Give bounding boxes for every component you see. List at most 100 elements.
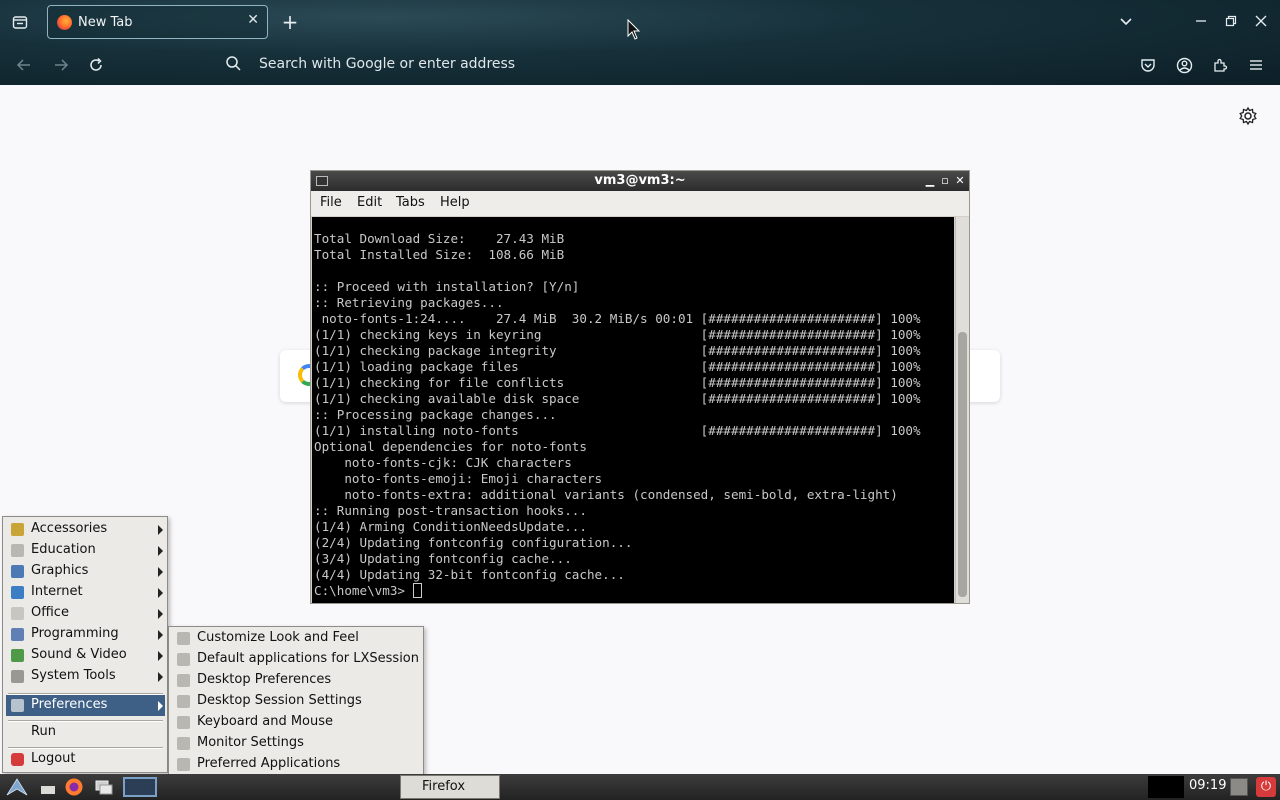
taskbar-item-label: Firefox — [422, 779, 466, 794]
menu-item-label: Accessories — [31, 521, 108, 536]
firefox-launcher-icon[interactable] — [62, 777, 86, 797]
maximize-icon[interactable] — [1221, 10, 1241, 32]
menu-item-label: Desktop Preferences — [197, 672, 332, 687]
chevron-down-icon[interactable] — [1116, 12, 1136, 32]
browser-toolbar: New Tab ✕ + Search with Google or enter … — [0, 0, 1280, 85]
gear-icon[interactable] — [1238, 106, 1258, 126]
pocket-icon[interactable] — [1138, 55, 1158, 75]
submenu-arrow-icon — [158, 630, 163, 640]
desktop-pager[interactable] — [123, 777, 157, 797]
menu-item-graphics[interactable]: Graphics — [6, 561, 165, 582]
url-bar[interactable]: Search with Google or enter address — [216, 47, 1116, 81]
logout-icon — [11, 753, 24, 766]
category-icon — [11, 544, 24, 557]
preference-icon — [177, 716, 190, 729]
menu-item-system-tools[interactable]: System Tools — [6, 666, 165, 687]
menu-item-label: Programming — [31, 626, 119, 641]
pref-item-keyboard-and-mouse[interactable]: Keyboard and Mouse — [172, 712, 422, 733]
submenu-arrow-icon — [158, 588, 163, 598]
menu-item-label: Sound & Video — [31, 647, 127, 662]
terminal-menu-edit[interactable]: Edit — [357, 195, 382, 210]
hamburger-menu-icon[interactable] — [1246, 55, 1266, 75]
menu-item-preferences[interactable]: Preferences — [6, 695, 165, 716]
window-list-icon[interactable] — [92, 777, 116, 797]
category-icon — [11, 523, 24, 536]
menu-item-internet[interactable]: Internet — [6, 582, 165, 603]
start-menu-button[interactable] — [4, 777, 30, 797]
terminal-line: (1/1) loading package files [###########… — [314, 359, 921, 374]
terminal-line: noto-fonts-cjk: CJK characters — [314, 455, 572, 470]
tab-close-icon[interactable]: ✕ — [247, 12, 259, 28]
file-manager-icon[interactable] — [36, 777, 60, 797]
tab-list-icon[interactable] — [8, 11, 32, 33]
pref-item-preferred-applications[interactable]: Preferred Applications — [172, 754, 422, 775]
terminal-prompt-line[interactable]: C:\home\vm3> — [314, 583, 921, 599]
terminal-line: noto-fonts-extra: additional variants (c… — [314, 487, 898, 502]
network-icon[interactable] — [1230, 778, 1248, 796]
new-tab-button[interactable]: + — [280, 10, 300, 34]
terminal-app-icon — [316, 176, 328, 186]
menu-item-education[interactable]: Education — [6, 540, 165, 561]
tab-new-tab[interactable]: New Tab ✕ — [47, 5, 268, 39]
mouse-pointer-icon — [627, 18, 641, 41]
terminal-title: vm3@vm3:~ — [594, 173, 686, 188]
preference-icon — [177, 674, 190, 687]
terminal-titlebar[interactable]: vm3@vm3:~ ▁ ▫ ✕ — [311, 171, 969, 191]
pref-item-default-applications-for-lxsession[interactable]: Default applications for LXSession — [172, 649, 422, 670]
submenu-arrow-icon — [158, 546, 163, 556]
menu-item-sound-video[interactable]: Sound & Video — [6, 645, 165, 666]
category-icon — [11, 565, 24, 578]
preferences-submenu: Customize Look and Feel Default applicati… — [168, 626, 424, 798]
menu-item-label: Monitor Settings — [197, 735, 304, 750]
terminal-line: (4/4) Updating 32-bit fontconfig cache..… — [314, 567, 625, 582]
menu-item-label: Education — [31, 542, 96, 557]
preference-icon — [177, 632, 190, 645]
submenu-arrow-icon — [158, 567, 163, 577]
pref-item-desktop-session-settings[interactable]: Desktop Session Settings — [172, 691, 422, 712]
firefox-icon — [57, 15, 72, 30]
category-icon — [11, 628, 24, 641]
menu-item-office[interactable]: Office — [6, 603, 165, 624]
minimize-icon[interactable] — [1191, 10, 1211, 32]
taskbar-item-firefox[interactable]: Firefox — [400, 775, 500, 799]
terminal-line: (1/1) checking keys in keyring [########… — [314, 327, 921, 342]
preference-icon — [177, 695, 190, 708]
pref-item-monitor-settings[interactable]: Monitor Settings — [172, 733, 422, 754]
terminal-scrollbar-thumb[interactable] — [958, 332, 967, 597]
terminal-screen[interactable]: Total Download Size: 27.43 MiB Total Inst… — [312, 217, 954, 603]
reload-icon[interactable] — [85, 54, 107, 76]
clock[interactable]: 09:19 — [1189, 778, 1226, 793]
terminal-menu-tabs[interactable]: Tabs — [396, 195, 425, 210]
terminal-minimize-icon[interactable]: ▁ — [924, 174, 936, 187]
terminal-close-icon[interactable]: ✕ — [954, 174, 966, 187]
menu-item-programming[interactable]: Programming — [6, 624, 165, 645]
category-icon — [11, 649, 24, 662]
terminal-menu-file[interactable]: File — [320, 195, 342, 210]
terminal-line: (2/4) Updating fontconfig configuration.… — [314, 535, 633, 550]
menu-item-label: Default applications for LXSession — [197, 651, 420, 666]
preference-icon — [177, 653, 190, 666]
account-icon[interactable] — [1174, 55, 1194, 75]
menu-item-logout[interactable]: Logout — [6, 749, 165, 770]
power-icon[interactable]: ⏻ — [1256, 777, 1276, 797]
menu-item-label: Preferences — [31, 697, 108, 712]
terminal-maximize-icon[interactable]: ▫ — [939, 174, 951, 187]
submenu-arrow-icon — [158, 701, 163, 711]
pref-item-desktop-preferences[interactable]: Desktop Preferences — [172, 670, 422, 691]
terminal-line: :: Running post-transaction hooks... — [314, 503, 587, 518]
submenu-arrow-icon — [158, 525, 163, 535]
preference-icon — [177, 758, 190, 771]
close-icon[interactable] — [1251, 10, 1271, 32]
menu-item-accessories[interactable]: Accessories — [6, 519, 165, 540]
forward-icon[interactable] — [50, 54, 72, 76]
menu-item-run[interactable]: Run — [6, 722, 165, 743]
terminal-scrollbar[interactable] — [955, 217, 969, 603]
extensions-icon[interactable] — [1210, 55, 1230, 75]
preference-icon — [177, 737, 190, 750]
submenu-arrow-icon — [158, 672, 163, 682]
terminal-menu-help[interactable]: Help — [440, 195, 470, 210]
terminal-window: vm3@vm3:~ ▁ ▫ ✕ File Edit Tabs Help Tota… — [310, 170, 970, 604]
pref-item-customize-look-and-feel[interactable]: Customize Look and Feel — [172, 628, 422, 649]
back-icon[interactable] — [13, 54, 35, 76]
